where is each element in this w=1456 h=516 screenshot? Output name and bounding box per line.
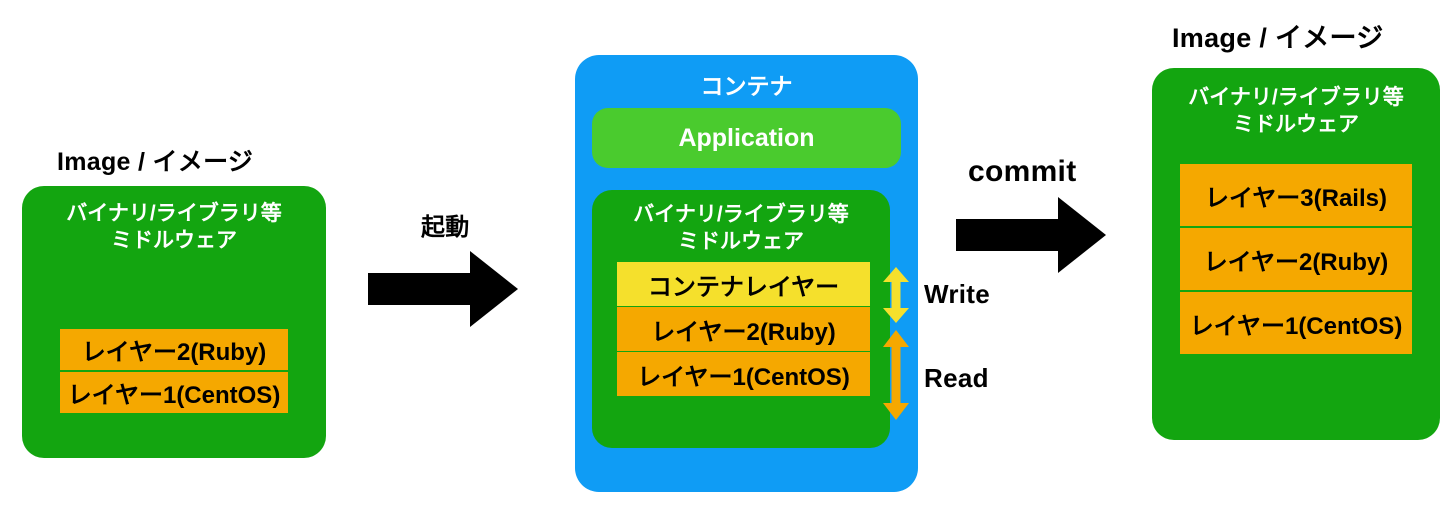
right-image-caption: Image / イメージ: [1172, 23, 1384, 53]
write-arrow-head-down-icon: [883, 308, 909, 323]
read-arrow-shaft: [891, 346, 901, 404]
write-label: Write: [924, 279, 991, 309]
diagram-canvas: Image / イメージ バイナリ/ライブラリ等 ミドルウェア レイヤー2(Ru…: [0, 0, 1456, 516]
left-image-box-title: バイナリ/ライブラリ等 ミドルウェア: [66, 202, 282, 252]
container-title: コンテナ: [700, 73, 793, 99]
read-double-arrow-icon: [883, 330, 909, 420]
container-middleware-title: バイナリ/ライブラリ等 ミドルウェア: [633, 203, 849, 253]
container-layer-ruby: レイヤー2(Ruby): [617, 307, 870, 351]
right-layer-ruby: レイヤー2(Ruby): [1180, 228, 1412, 290]
write-arrow-head-up-icon: [883, 267, 909, 282]
write-double-arrow-icon: [883, 267, 909, 323]
container-layer-writable: コンテナレイヤー: [617, 262, 870, 306]
right-image-box-title: バイナリ/ライブラリ等 ミドルウェア: [1188, 86, 1404, 136]
right-layer-centos: レイヤー1(CentOS): [1180, 292, 1412, 354]
read-arrow-head-down-icon: [883, 403, 909, 420]
right-image-box: バイナリ/ライブラリ等 ミドルウェア レイヤー3(Rails) レイヤー2(Ru…: [1152, 68, 1440, 440]
container-middleware-box: バイナリ/ライブラリ等 ミドルウェア コンテナレイヤー レイヤー2(Ruby) …: [592, 190, 890, 448]
read-label: Read: [924, 363, 989, 393]
write-arrow-shaft: [891, 281, 901, 309]
startup-arrow-head-icon: [470, 251, 518, 327]
startup-arrow-label: 起動: [421, 214, 470, 241]
left-image-caption: Image / イメージ: [57, 148, 254, 176]
left-layer-centos: レイヤー1(CentOS): [60, 372, 288, 413]
commit-arrow-shaft: [956, 219, 1066, 251]
left-image-box: バイナリ/ライブラリ等 ミドルウェア レイヤー2(Ruby) レイヤー1(Cen…: [22, 186, 326, 458]
startup-arrow-shaft: [368, 273, 478, 305]
commit-arrow-head-icon: [1058, 197, 1106, 273]
commit-arrow-label: commit: [968, 155, 1077, 188]
read-arrow-head-up-icon: [883, 330, 909, 347]
right-layer-rails: レイヤー3(Rails): [1180, 164, 1412, 226]
application-box: Application: [592, 108, 901, 168]
left-layer-ruby: レイヤー2(Ruby): [60, 329, 288, 370]
container-layer-centos: レイヤー1(CentOS): [617, 352, 870, 396]
